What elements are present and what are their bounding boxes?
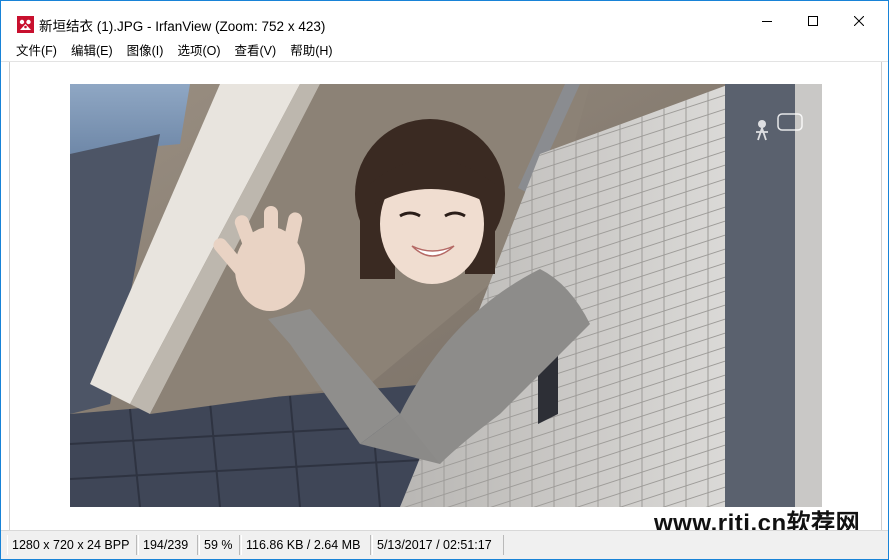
maximize-button[interactable] [790,1,836,41]
maximize-icon [808,16,818,26]
close-button[interactable] [836,1,882,41]
status-file-size: 116.86 KB / 2.64 MB [241,535,371,555]
menu-view[interactable]: 查看(V) [228,41,284,61]
status-zoom: 59 % [199,535,240,555]
menu-image[interactable]: 图像(I) [120,41,171,61]
minimize-button[interactable] [744,1,790,41]
minimize-icon [762,21,772,22]
status-file-index: 194/239 [138,535,198,555]
status-bar: 1280 x 720 x 24 BPP 194/239 59 % 116.86 … [1,530,888,559]
menu-help[interactable]: 帮助(H) [283,41,339,61]
client-border-right [881,62,882,530]
irfanview-app-icon[interactable] [17,16,34,33]
window-title: 新垣结衣 (1).JPG - IrfanView (Zoom: 752 x 42… [39,19,326,34]
title-bar[interactable]: 新垣结衣 (1).JPG - IrfanView (Zoom: 752 x 42… [1,1,888,41]
status-dimensions: 1280 x 720 x 24 BPP [7,535,137,555]
menu-options[interactable]: 选项(O) [170,41,227,61]
close-icon [854,16,864,26]
menu-edit[interactable]: 编辑(E) [64,41,120,61]
menu-bar: 文件(F) 编辑(E) 图像(I) 选项(O) 查看(V) 帮助(H) [1,41,888,61]
menu-file[interactable]: 文件(F) [9,41,64,61]
irfanview-window: 新垣结衣 (1).JPG - IrfanView (Zoom: 752 x 42… [0,0,889,560]
displayed-photo[interactable] [70,84,822,507]
status-timestamp: 5/13/2017 / 02:51:17 [372,535,504,555]
